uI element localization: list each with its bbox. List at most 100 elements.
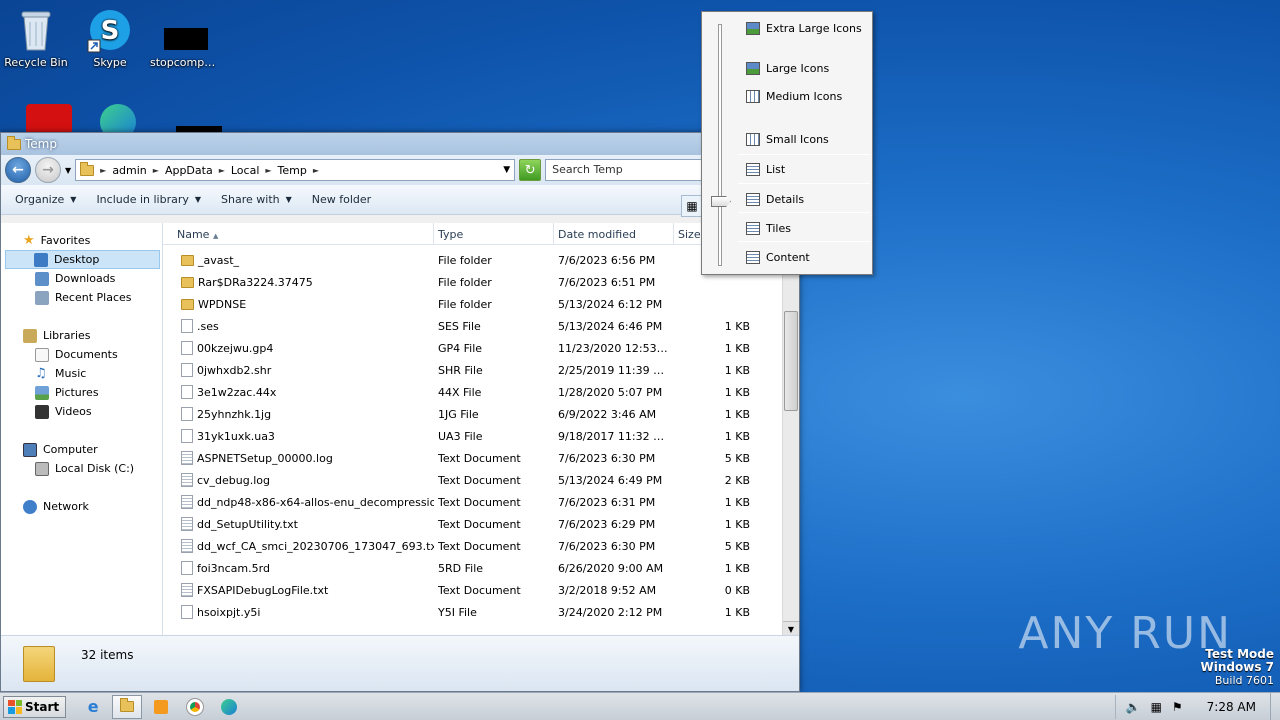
- start-button[interactable]: Start: [3, 695, 67, 718]
- nav-downloads[interactable]: Downloads: [1, 269, 162, 288]
- chevron-right-icon[interactable]: ►: [265, 166, 271, 175]
- file-row[interactable]: dd_ndp48-x86-x64-allos-enu_decompression…: [163, 491, 799, 513]
- downloads-icon: [35, 271, 49, 286]
- desktop-icon: [34, 252, 48, 267]
- view-slider-thumb[interactable]: [711, 196, 731, 207]
- back-button[interactable]: ←: [5, 157, 31, 183]
- chevron-right-icon[interactable]: ►: [313, 166, 319, 175]
- file-name-cell: 3e1w2zac.44x: [163, 385, 434, 399]
- desktop-icon-recycle-bin[interactable]: Recycle Bin: [0, 6, 74, 69]
- videos-icon: [35, 404, 49, 419]
- breadcrumb-temp[interactable]: Temp: [278, 164, 307, 177]
- chevron-right-icon[interactable]: ►: [100, 166, 106, 175]
- file-name: foi3ncam.5rd: [197, 561, 270, 575]
- menu-item-details[interactable]: Details: [746, 193, 804, 206]
- menu-item-tiles[interactable]: Tiles: [746, 222, 791, 235]
- file-name: _avast_: [198, 253, 240, 267]
- nav-libraries[interactable]: Libraries: [1, 326, 162, 345]
- include-in-library-button[interactable]: Include in library ▼: [88, 189, 209, 210]
- nav-videos[interactable]: Videos: [1, 402, 162, 421]
- file-name-cell: Rar$DRa3224.37475: [163, 276, 434, 289]
- nav-music[interactable]: ♫ Music: [1, 364, 162, 383]
- title-bar[interactable]: Temp: [1, 133, 799, 155]
- address-bar[interactable]: ► admin ► AppData ► Local ► Temp ► ▼: [75, 159, 516, 181]
- column-header-date[interactable]: Date modified: [554, 223, 674, 244]
- file-name: Rar$DRa3224.37475: [198, 275, 313, 289]
- file-row[interactable]: .ses SES File 5/13/2024 6:46 PM 1 KB: [163, 315, 799, 337]
- file-row[interactable]: 3e1w2zac.44x 44X File 1/28/2020 5:07 PM 1 K…: [163, 381, 799, 403]
- action-center-flag-icon[interactable]: ⚑: [1172, 700, 1183, 714]
- chevron-right-icon[interactable]: ►: [219, 166, 225, 175]
- organize-button[interactable]: Organize ▼: [7, 189, 84, 210]
- menu-item-content[interactable]: Content: [746, 251, 810, 264]
- taskbar-media-player[interactable]: [146, 695, 176, 719]
- nav-label: Network: [43, 500, 89, 513]
- history-dropdown-icon[interactable]: ▼: [65, 166, 71, 175]
- forward-button[interactable]: →: [35, 157, 61, 183]
- text-document-icon: [181, 495, 193, 509]
- desktop-icon-skype[interactable]: S Skype: [72, 6, 148, 69]
- chevron-right-icon[interactable]: ►: [153, 166, 159, 175]
- breadcrumb-appdata[interactable]: AppData: [165, 164, 213, 177]
- column-header-name[interactable]: Name ▲: [163, 223, 434, 244]
- navigation-pane: ★ Favorites Desktop Downloads Recent Plac…: [1, 223, 163, 637]
- clock[interactable]: 7:28 AM: [1207, 700, 1256, 714]
- breadcrumb-admin[interactable]: admin: [112, 164, 146, 177]
- file-name: .ses: [197, 319, 219, 333]
- breadcrumb-local[interactable]: Local: [231, 164, 260, 177]
- taskbar-internet-explorer[interactable]: e: [78, 695, 108, 719]
- file-row[interactable]: hsoixpjt.y5i Y5I File 3/24/2020 2:12 PM 1 K…: [163, 601, 799, 623]
- file-size-cell: 1 KB: [724, 561, 750, 575]
- file-row[interactable]: WPDNSE File folder 5/13/2024 6:12 PM: [163, 293, 799, 315]
- taskbar-explorer[interactable]: [112, 694, 143, 719]
- file-row[interactable]: dd_wcf_CA_smci_20230706_173047_693.txt Te…: [163, 535, 799, 557]
- menu-item-large-icons[interactable]: Large Icons: [746, 62, 829, 75]
- nav-local-disk[interactable]: Local Disk (C:): [1, 459, 162, 478]
- show-desktop-button[interactable]: [1270, 692, 1280, 720]
- file-row[interactable]: 0jwhxdb2.shr SHR File 2/25/2019 11:39 AM 1 …: [163, 359, 799, 381]
- libraries-icon: [23, 328, 37, 343]
- organize-label: Organize: [15, 193, 65, 206]
- view-slider-track[interactable]: [718, 24, 722, 266]
- menu-item-list[interactable]: List: [746, 163, 785, 176]
- menu-item-medium-icons[interactable]: Medium Icons: [746, 90, 842, 103]
- file-row[interactable]: cv_debug.log Text Document 5/13/2024 6:49 …: [163, 469, 799, 491]
- scrollbar-thumb[interactable]: [784, 311, 798, 411]
- file-row[interactable]: 25yhnzhk.1jg 1JG File 6/9/2022 3:46 AM 1 KB: [163, 403, 799, 425]
- nav-desktop[interactable]: Desktop: [5, 250, 160, 269]
- taskbar-chrome[interactable]: [180, 695, 210, 719]
- nav-computer[interactable]: Computer: [1, 440, 162, 459]
- column-header-type[interactable]: Type: [434, 223, 554, 244]
- taskbar-edge[interactable]: [214, 695, 244, 719]
- nav-pictures[interactable]: Pictures: [1, 383, 162, 402]
- views-button[interactable]: ▦: [681, 195, 703, 217]
- nav-favorites[interactable]: ★ Favorites: [1, 231, 162, 250]
- file-row[interactable]: FXSAPIDebugLogFile.txt Text Document 3/2/2…: [163, 579, 799, 601]
- file-row[interactable]: foi3ncam.5rd 5RD File 6/26/2020 9:00 AM 1 K…: [163, 557, 799, 579]
- file-row[interactable]: 31yk1uxk.ua3 UA3 File 9/18/2017 11:32 AM 1 …: [163, 425, 799, 447]
- desktop-icon-stopcomputer[interactable]: stopcomput...: [148, 6, 224, 69]
- text-document-icon: [181, 473, 193, 487]
- vertical-scrollbar[interactable]: ▼: [782, 223, 799, 637]
- network-tray-icon[interactable]: ▦: [1151, 700, 1162, 714]
- folder-icon: [181, 276, 194, 288]
- file-row[interactable]: ASPNETSetup_00000.log Text Document 7/6/20…: [163, 447, 799, 469]
- nav-recent-places[interactable]: Recent Places: [1, 288, 162, 307]
- file-icon: [181, 605, 193, 619]
- disk-icon: [35, 461, 49, 476]
- recent-places-icon: [35, 290, 49, 305]
- speaker-icon[interactable]: 🔈: [1126, 700, 1141, 714]
- menu-item-small-icons[interactable]: Small Icons: [746, 133, 829, 146]
- nav-documents[interactable]: Documents: [1, 345, 162, 364]
- refresh-button[interactable]: ↻: [519, 159, 542, 181]
- share-with-button[interactable]: Share with ▼: [213, 189, 300, 210]
- chevron-down-icon[interactable]: ▼: [503, 165, 510, 175]
- file-row[interactable]: dd_SetupUtility.txt Text Document 7/6/2023…: [163, 513, 799, 535]
- menu-item-extra-large-icons[interactable]: Extra Large Icons: [746, 22, 862, 35]
- nav-network[interactable]: Network: [1, 497, 162, 516]
- chevron-down-icon: ▼: [70, 195, 77, 204]
- new-folder-button[interactable]: New folder: [304, 189, 379, 210]
- file-date-cell: 6/26/2020 9:00 AM: [558, 561, 664, 575]
- file-name-cell: dd_SetupUtility.txt: [163, 517, 434, 531]
- file-row[interactable]: 00kzejwu.gp4 GP4 File 11/23/2020 12:53 AM 1…: [163, 337, 799, 359]
